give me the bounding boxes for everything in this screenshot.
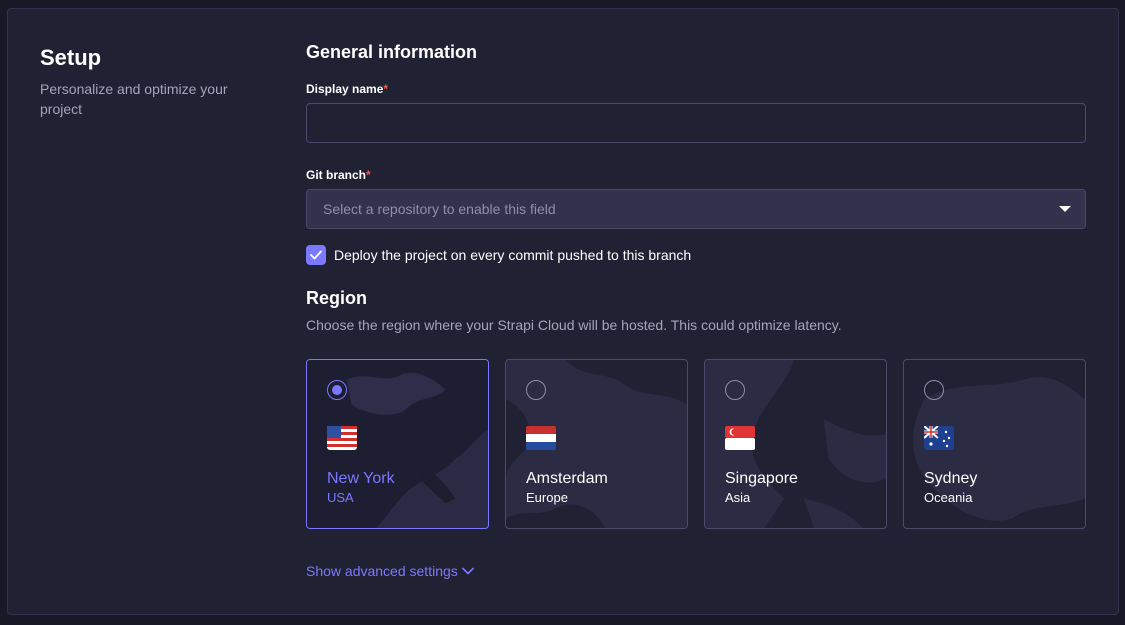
display-name-label-text: Display name xyxy=(306,82,384,96)
region-radio-sydney[interactable] xyxy=(924,380,944,400)
region-continent: Asia xyxy=(725,490,751,505)
setup-panel: Setup Personalize and optimize your proj… xyxy=(7,8,1119,615)
git-branch-select[interactable]: Select a repository to enable this field xyxy=(306,189,1086,229)
setup-form: General information Display name* Git br… xyxy=(306,41,1086,581)
region-radio-amsterdam[interactable] xyxy=(526,380,546,400)
region-card-sydney[interactable]: Sydney Oceania xyxy=(903,359,1086,529)
required-mark: * xyxy=(383,82,389,96)
nl-flag-icon xyxy=(526,426,556,450)
region-continent: Europe xyxy=(526,490,568,505)
git-branch-label: Git branch* xyxy=(306,167,1086,183)
setup-sidebar: Setup Personalize and optimize your proj… xyxy=(40,45,260,119)
region-name: Singapore xyxy=(725,470,798,487)
chevron-down-icon xyxy=(461,567,474,575)
deploy-on-commit-row: Deploy the project on every commit pushe… xyxy=(306,245,1086,265)
display-name-label: Display name* xyxy=(306,81,1086,97)
show-advanced-settings-label: Show advanced settings xyxy=(306,563,458,579)
region-name: Amsterdam xyxy=(526,470,608,487)
region-options: New York USA Amsterdam Europe Singapore … xyxy=(306,359,1086,529)
region-card-new-york[interactable]: New York USA xyxy=(306,359,489,529)
au-flag-icon xyxy=(924,426,954,450)
region-name: New York xyxy=(327,470,395,487)
show-advanced-settings-link[interactable]: Show advanced settings xyxy=(306,563,474,579)
deploy-on-commit-label: Deploy the project on every commit pushe… xyxy=(334,247,692,263)
region-card-singapore[interactable]: Singapore Asia xyxy=(704,359,887,529)
region-continent: USA xyxy=(327,490,354,505)
setup-title: Setup xyxy=(40,45,102,70)
us-flag-icon xyxy=(327,426,357,450)
required-mark: * xyxy=(366,168,371,182)
setup-description: Personalize and optimize your project xyxy=(40,81,228,117)
deploy-on-commit-checkbox[interactable] xyxy=(306,245,326,265)
region-card-amsterdam[interactable]: Amsterdam Europe xyxy=(505,359,688,529)
region-continent: Oceania xyxy=(924,490,973,505)
region-description: Choose the region where your Strapi Clou… xyxy=(306,317,842,333)
git-branch-label-text: Git branch xyxy=(306,168,367,182)
region-radio-new-york[interactable] xyxy=(327,380,347,400)
general-information-title: General information xyxy=(306,42,478,62)
check-icon xyxy=(310,250,322,260)
region-name: Sydney xyxy=(924,470,978,487)
caret-down-icon xyxy=(1059,206,1071,212)
git-branch-placeholder: Select a repository to enable this field xyxy=(323,201,556,217)
display-name-input[interactable] xyxy=(306,103,1086,143)
sg-flag-icon xyxy=(725,426,755,450)
region-radio-singapore[interactable] xyxy=(725,380,745,400)
region-title: Region xyxy=(306,288,367,308)
